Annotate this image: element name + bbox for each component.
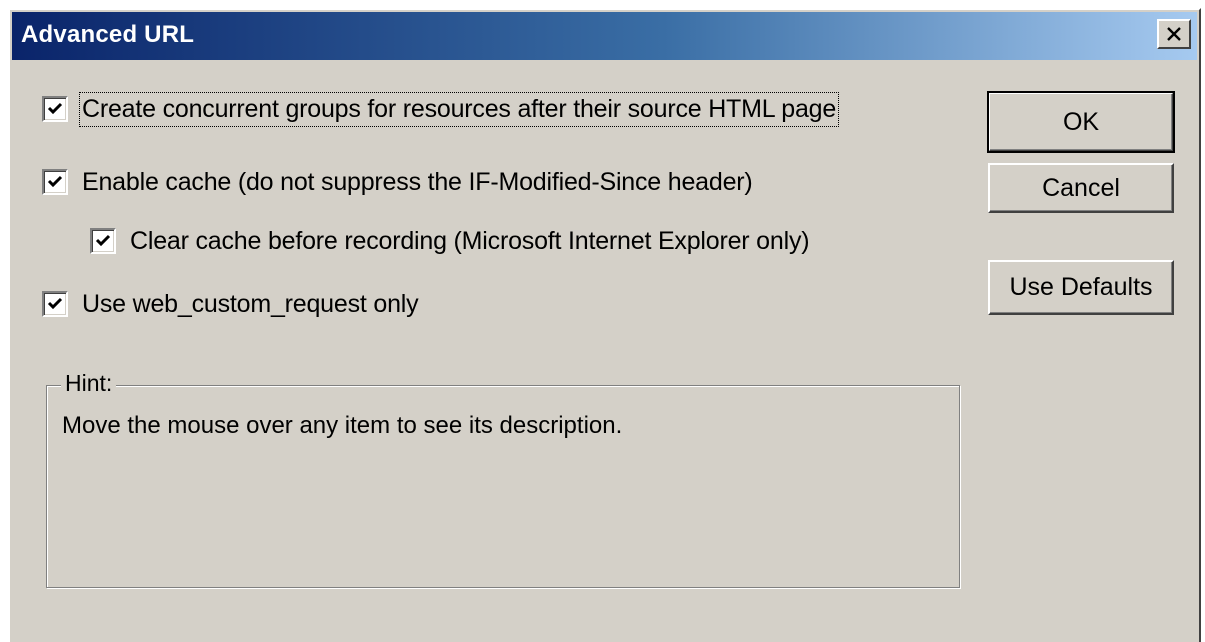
hint-legend: Hint: bbox=[61, 370, 117, 397]
close-button[interactable] bbox=[1157, 19, 1191, 49]
use-defaults-button[interactable]: Use Defaults bbox=[988, 260, 1174, 315]
checkmark-icon bbox=[47, 297, 63, 310]
checkmark-icon bbox=[47, 102, 63, 115]
web-custom-request-checkbox[interactable] bbox=[42, 291, 68, 317]
close-icon bbox=[1167, 27, 1181, 41]
cancel-button[interactable]: Cancel bbox=[988, 163, 1174, 213]
option-clear-cache[interactable]: Clear cache before recording (Microsoft … bbox=[90, 226, 810, 256]
checkmark-icon bbox=[47, 175, 63, 188]
hint-text: Move the mouse over any item to see its … bbox=[62, 412, 623, 439]
clear-cache-checkbox[interactable] bbox=[90, 228, 116, 254]
option-concurrent-groups[interactable]: Create concurrent groups for resources a… bbox=[42, 91, 840, 127]
enable-cache-checkbox[interactable] bbox=[42, 169, 68, 195]
title-bar[interactable]: Advanced URL bbox=[12, 12, 1197, 60]
advanced-url-dialog: Advanced URL Create concurrent groups fo… bbox=[8, 8, 1201, 642]
clear-cache-label[interactable]: Clear cache before recording (Microsoft … bbox=[130, 227, 810, 256]
checkmark-icon bbox=[95, 234, 111, 247]
hint-groupbox: Hint: Move the mouse over any item to se… bbox=[46, 370, 960, 588]
window-title: Advanced URL bbox=[21, 21, 195, 48]
ok-button[interactable]: OK bbox=[987, 91, 1175, 153]
web-custom-request-label[interactable]: Use web_custom_request only bbox=[82, 290, 419, 319]
enable-cache-label[interactable]: Enable cache (do not suppress the IF-Mod… bbox=[82, 168, 753, 197]
concurrent-groups-checkbox[interactable] bbox=[42, 96, 68, 122]
option-web-custom-request[interactable]: Use web_custom_request only bbox=[42, 289, 419, 319]
option-enable-cache[interactable]: Enable cache (do not suppress the IF-Mod… bbox=[42, 167, 753, 197]
concurrent-groups-label[interactable]: Create concurrent groups for resources a… bbox=[78, 91, 840, 127]
